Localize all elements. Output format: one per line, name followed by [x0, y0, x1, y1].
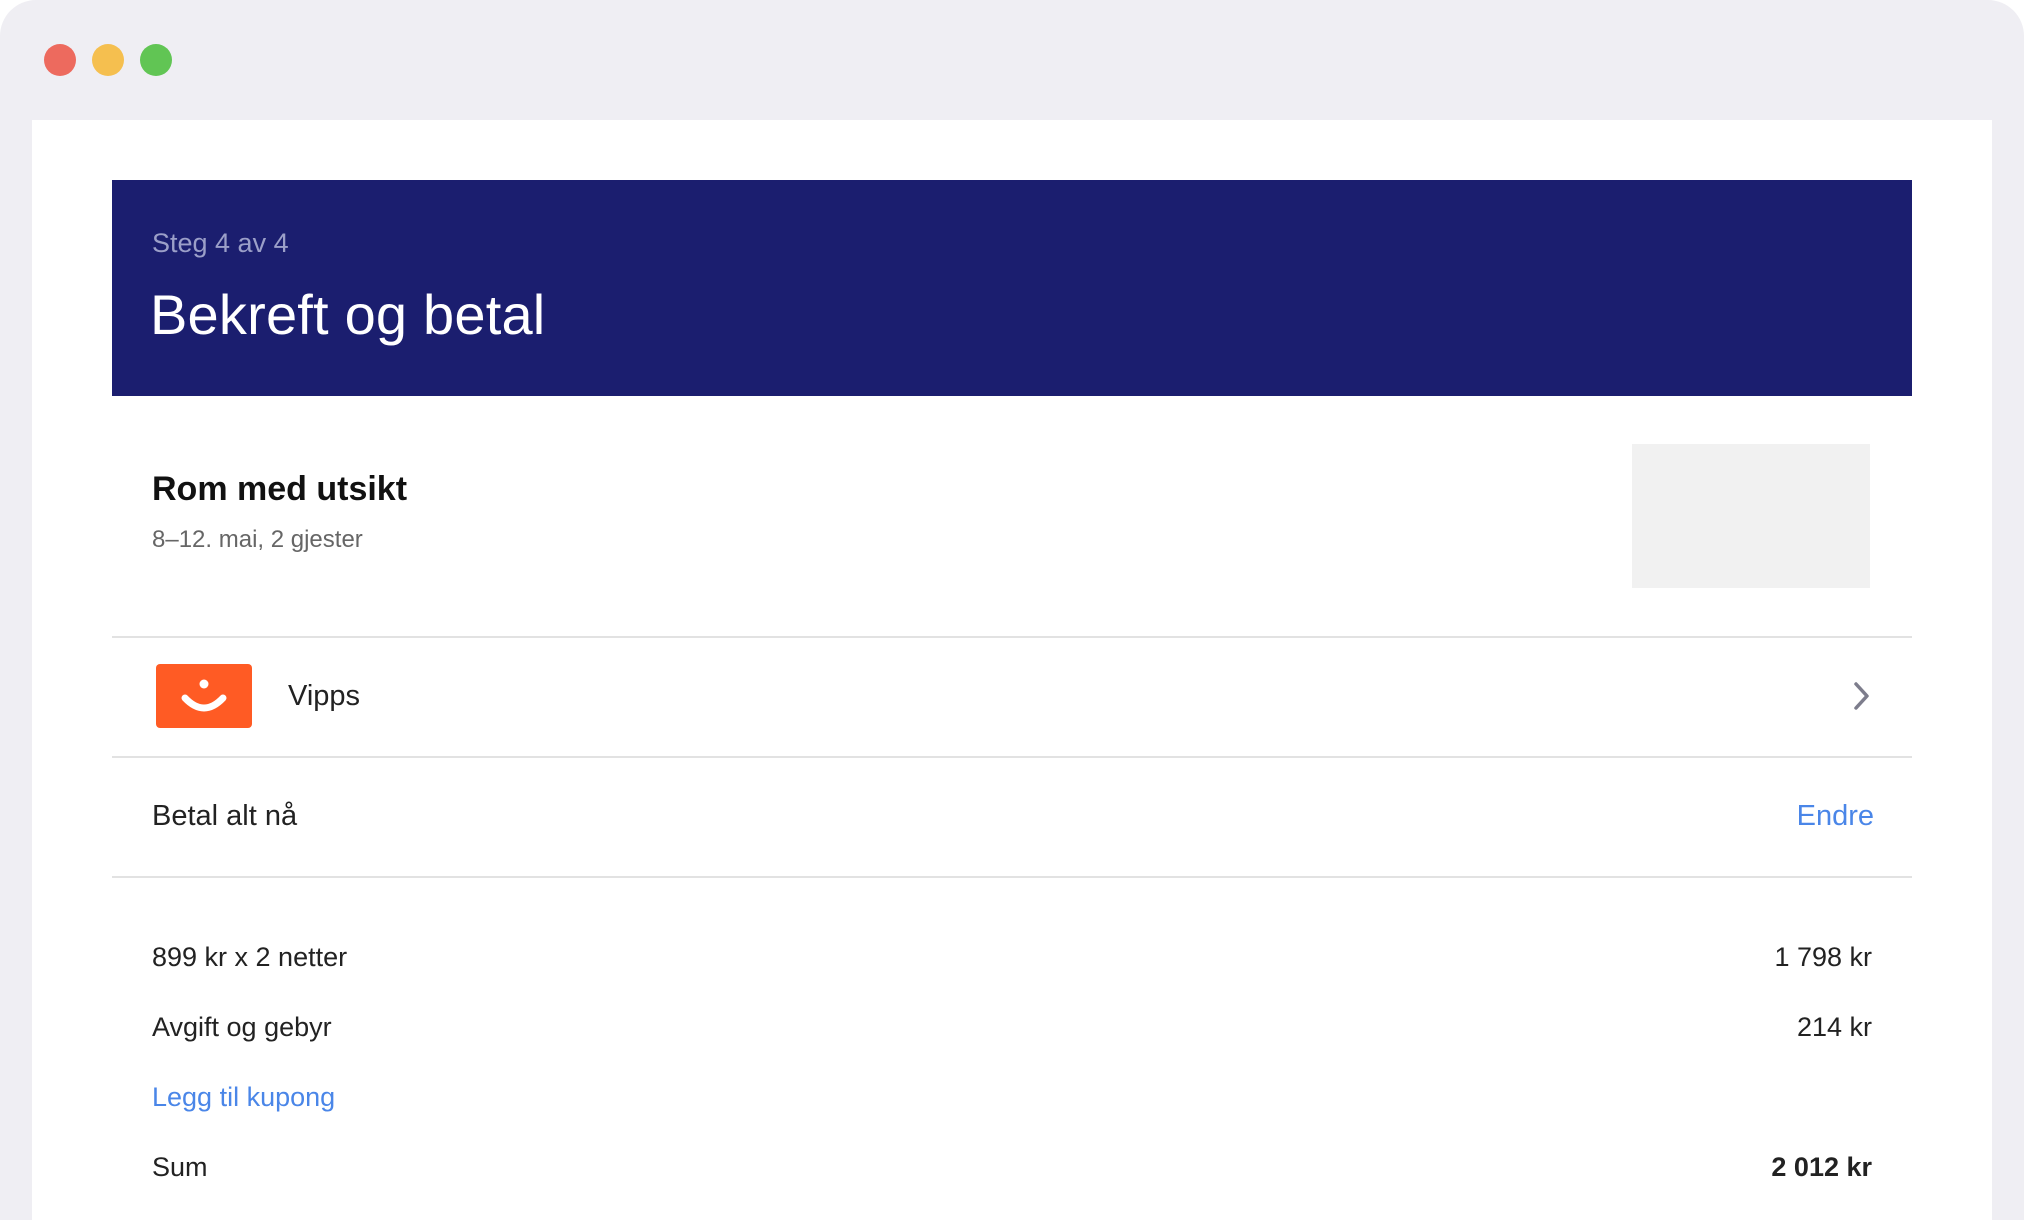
vipps-smile-icon — [156, 664, 252, 728]
payment-method-label: Vipps — [288, 680, 361, 712]
room-details: 8–12. mai, 2 gjester — [152, 526, 363, 553]
price-row-value: 1 798 kr — [1774, 942, 1872, 972]
price-row-label: 899 kr x 2 netter — [152, 942, 348, 972]
change-plan-link[interactable]: Endre — [1797, 800, 1874, 833]
room-name: Rom med utsikt — [152, 470, 408, 508]
room-summary: Rom med utsikt 8–12. mai, 2 gjester — [112, 396, 1912, 638]
checkout-page: Steg 4 av 4 Bekreft og betal Rom med uts… — [112, 180, 1912, 1220]
chevron-right-icon — [1852, 680, 1872, 712]
price-row: Avgift og gebyr 214 kr — [152, 1012, 1872, 1052]
add-coupon-link[interactable]: Legg til kupong — [152, 1082, 335, 1113]
total-value: 2 012 kr — [1771, 1152, 1872, 1182]
page-viewport: Steg 4 av 4 Bekreft og betal Rom med uts… — [32, 120, 1992, 1220]
payment-plan: Betal alt nå Endre — [112, 758, 1912, 878]
payment-method-selector[interactable]: Vipps — [112, 638, 1912, 758]
minimize-window-button[interactable] — [92, 44, 124, 76]
price-summary: 899 kr x 2 netter 1 798 kr Avgift og geb… — [112, 878, 1912, 1220]
checkout-header: Steg 4 av 4 Bekreft og betal — [112, 180, 1912, 396]
price-row: 899 kr x 2 netter 1 798 kr — [152, 942, 1872, 982]
total-row: Sum 2 012 kr — [152, 1152, 1872, 1192]
close-window-button[interactable] — [44, 44, 76, 76]
price-row-label: Avgift og gebyr — [152, 1012, 332, 1042]
step-indicator: Steg 4 av 4 — [152, 228, 289, 258]
room-thumbnail — [1632, 444, 1870, 588]
maximize-window-button[interactable] — [140, 44, 172, 76]
coupon-row: Legg til kupong — [152, 1082, 1872, 1122]
price-row-value: 214 kr — [1796, 1012, 1872, 1042]
total-label: Sum — [152, 1152, 208, 1182]
payment-plan-label: Betal alt nå — [152, 800, 298, 832]
page-title: Bekreft og betal — [150, 283, 546, 346]
browser-window: Steg 4 av 4 Bekreft og betal Rom med uts… — [0, 0, 2024, 1220]
